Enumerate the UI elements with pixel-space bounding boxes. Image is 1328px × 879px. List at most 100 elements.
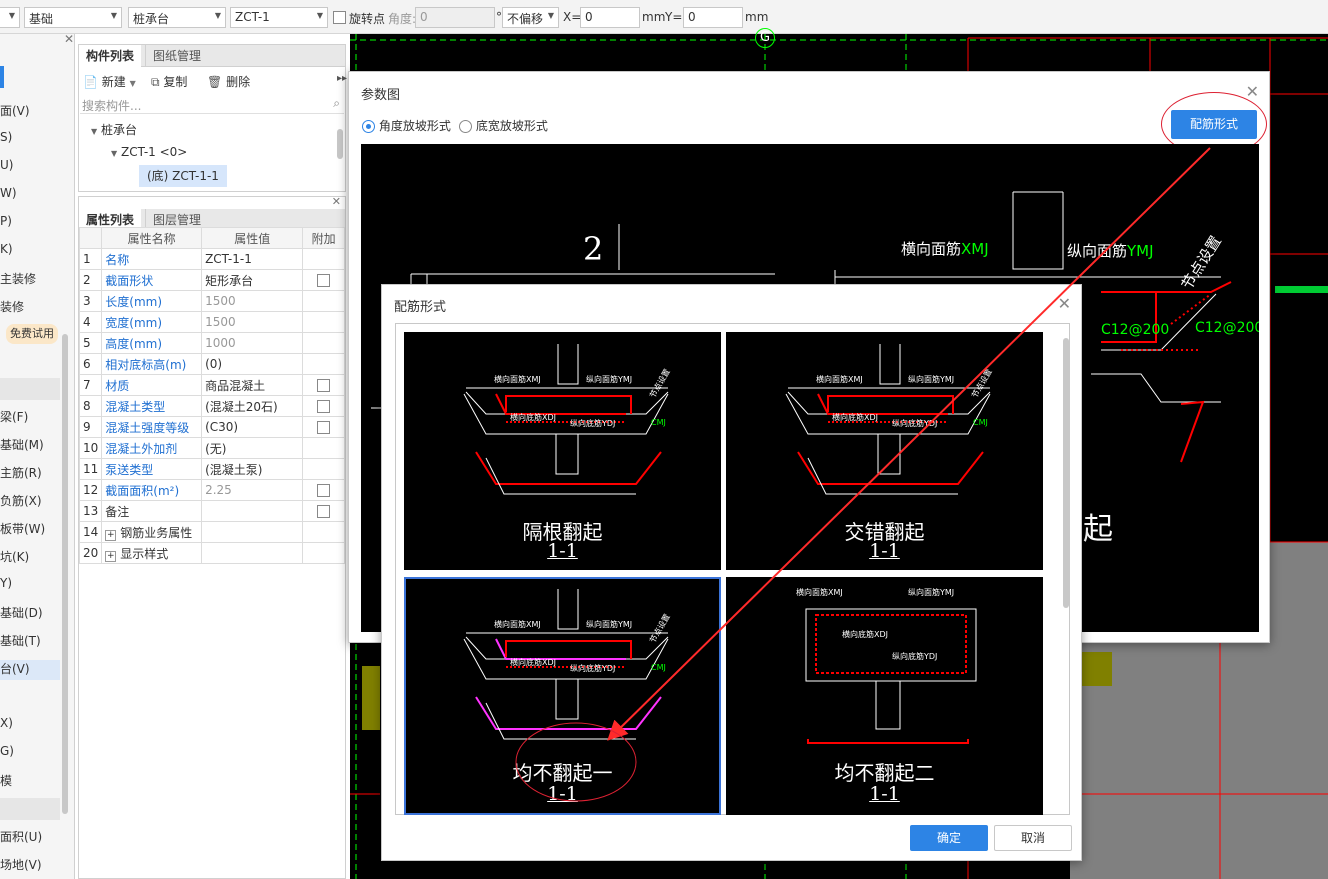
property-value[interactable] [201, 500, 304, 522]
expand-icon[interactable]: + [105, 529, 117, 541]
nav-item[interactable]: 装修 [0, 298, 24, 318]
extra-checkbox[interactable] [317, 484, 331, 497]
property-extra [302, 269, 345, 291]
tree-child[interactable]: ▼ ZCT-1 <0> [111, 145, 187, 159]
chevron-down-icon: ▼ [547, 11, 554, 20]
property-row[interactable]: 14 + 钢筋业务属性 [78, 521, 345, 543]
y-input[interactable]: 0 [683, 7, 743, 28]
property-value[interactable] [201, 521, 304, 543]
x-input[interactable]: 0 [580, 7, 640, 28]
extra-checkbox[interactable] [317, 379, 331, 392]
delete-button[interactable]: 🗑 删除 [207, 73, 250, 90]
nav-item[interactable]: 免费试用 [6, 324, 58, 344]
nav-item[interactable]: W) [0, 186, 17, 206]
nav-item[interactable]: 基础(D) [0, 604, 43, 624]
property-row[interactable]: 8 混凝土类型 (混凝土20石) [78, 395, 345, 417]
nav-item[interactable]: 坑(K) [0, 548, 29, 568]
grid-scrollbar[interactable] [1063, 338, 1069, 608]
floor-select[interactable]: 基础 ▼ [24, 7, 122, 28]
radio-angle-slope[interactable]: 角度放坡形式 [362, 117, 451, 134]
nav-item[interactable]: 梁(F) [0, 408, 28, 428]
tree-leaf[interactable]: (底) ZCT-1-1 [139, 165, 227, 187]
nav-item[interactable]: K) [0, 242, 13, 262]
nav-item[interactable]: 面积(U) [0, 828, 42, 848]
expand-icon[interactable]: + [105, 550, 117, 562]
nav-item[interactable]: 主装修 [0, 270, 36, 290]
property-row[interactable]: 11 泵送类型 (混凝土泵) [78, 458, 345, 480]
property-row[interactable]: 12 截面面积(m²) 2.25 [78, 479, 345, 501]
rebar-option-3[interactable]: 横向面筋XMJ 纵向面筋YMJ 横向底筋XDJ 纵向底筋YDJ CMJ 节点设置 均不翻起一… [404, 577, 721, 815]
ok-button[interactable]: 确定 [910, 825, 988, 851]
nav-item[interactable]: 场地(V) [0, 856, 42, 876]
close-icon[interactable]: ✕ [1058, 294, 1071, 313]
property-value[interactable]: 矩形承台 [201, 269, 304, 291]
property-value[interactable]: 1000 [201, 332, 304, 354]
property-row[interactable]: 9 混凝土强度等级 (C30) [78, 416, 345, 438]
property-row[interactable]: 1 名称 ZCT-1-1 [78, 248, 345, 270]
nav-item[interactable]: S) [0, 130, 12, 150]
property-row[interactable]: 2 截面形状 矩形承台 [78, 269, 345, 291]
angle-input[interactable]: 0 [415, 7, 495, 28]
category-select[interactable]: 桩承台 ▼ [128, 7, 226, 28]
property-value[interactable]: ZCT-1-1 [201, 248, 304, 270]
extra-checkbox[interactable] [317, 274, 331, 287]
nav-item[interactable]: 板带(W) [0, 520, 45, 540]
nav-item[interactable]: 基础(M) [0, 436, 44, 456]
property-value[interactable]: (混凝土20石) [201, 395, 304, 417]
property-row[interactable]: 4 宽度(mm) 1500 [78, 311, 345, 333]
property-row[interactable]: 20 + 显示样式 [78, 542, 345, 564]
new-button[interactable]: 📄 新建 ▼ [83, 73, 136, 90]
nav-item[interactable]: 台(V) [0, 660, 60, 680]
nav-item[interactable]: G) [0, 744, 14, 764]
property-row[interactable]: 10 混凝土外加剂 (无) [78, 437, 345, 459]
search-input[interactable]: 搜索构件... [82, 97, 141, 114]
property-row[interactable]: 7 材质 商品混凝土 [78, 374, 345, 396]
copy-button[interactable]: ⧉ 复制 [151, 73, 187, 90]
property-value[interactable]: (C30) [201, 416, 304, 438]
tree-scrollbar[interactable] [337, 129, 343, 159]
rebar-option-4[interactable]: 横向面筋XMJ 纵向面筋YMJ 横向底筋XDJ 纵向底筋YDJ 均不翻起二 1-1 [726, 577, 1043, 815]
property-value[interactable]: (混凝土泵) [201, 458, 304, 480]
nav-item[interactable]: X) [0, 716, 13, 736]
component-select[interactable]: ZCT-1 ▼ [230, 7, 328, 28]
close-icon[interactable]: ✕ [1246, 82, 1259, 101]
property-value[interactable]: 1500 [201, 311, 304, 333]
toolbar-prev-select[interactable]: ▼ [0, 7, 20, 28]
extra-checkbox[interactable] [317, 421, 331, 434]
nav-item[interactable]: 负筋(X) [0, 492, 42, 512]
property-row[interactable]: 5 高度(mm) 1000 [78, 332, 345, 354]
property-value[interactable] [201, 542, 304, 564]
extra-checkbox[interactable] [317, 505, 331, 518]
tree-root[interactable]: ▼ 桩承台 [91, 121, 137, 138]
tab-component-list[interactable]: 构件列表 [79, 45, 142, 67]
tab-drawing-manager[interactable]: 图纸管理 [145, 45, 208, 67]
extra-checkbox[interactable] [317, 400, 331, 413]
property-row[interactable]: 6 相对底标高(m) (0) [78, 353, 345, 375]
property-value[interactable]: (0) [201, 353, 304, 375]
more-icon[interactable]: ▸▸ [337, 73, 347, 84]
search-box[interactable]: 搜索构件... ⌕ [80, 94, 344, 114]
nav-item[interactable]: 主筋(R) [0, 464, 42, 484]
property-value[interactable]: 2.25 [201, 479, 304, 501]
close-icon[interactable]: ✕ [332, 195, 341, 208]
rebar-option-2[interactable]: 横向面筋XMJ 纵向面筋YMJ 横向底筋XDJ 纵向底筋YDJ CMJ 节点设置 交错翻起 1… [726, 332, 1043, 570]
property-row[interactable]: 3 长度(mm) 1500 [78, 290, 345, 312]
rotate-checkbox[interactable] [333, 10, 346, 24]
property-value[interactable]: 1500 [201, 290, 304, 312]
close-icon[interactable]: ✕ [64, 32, 74, 46]
radio-width-slope[interactable]: 底宽放坡形式 [459, 117, 548, 134]
nav-item[interactable]: P) [0, 214, 12, 234]
offset-select[interactable]: 不偏移 ▼ [502, 7, 559, 28]
cancel-button[interactable]: 取消 [994, 825, 1072, 851]
nav-scrollbar[interactable] [62, 334, 68, 814]
left-nav: ✕ 面(V) S) U) W) P) K) 主装修装修免费试用梁(F) 基础(M) 主筋(R) 负… [0, 32, 75, 879]
nav-item[interactable]: U) [0, 158, 13, 178]
nav-item[interactable]: 模 [0, 772, 12, 792]
property-row[interactable]: 13 备注 [78, 500, 345, 522]
nav-item[interactable]: 面(V) [0, 102, 30, 122]
property-value[interactable]: 商品混凝土 [201, 374, 304, 396]
property-value[interactable]: (无) [201, 437, 304, 459]
rebar-option-1[interactable]: 横向面筋XMJ 纵向面筋YMJ 横向底筋XDJ 纵向底筋YDJ CMJ 节点设置 隔根翻起 1… [404, 332, 721, 570]
nav-item[interactable]: Y) [0, 576, 12, 596]
nav-item[interactable]: 基础(T) [0, 632, 41, 652]
